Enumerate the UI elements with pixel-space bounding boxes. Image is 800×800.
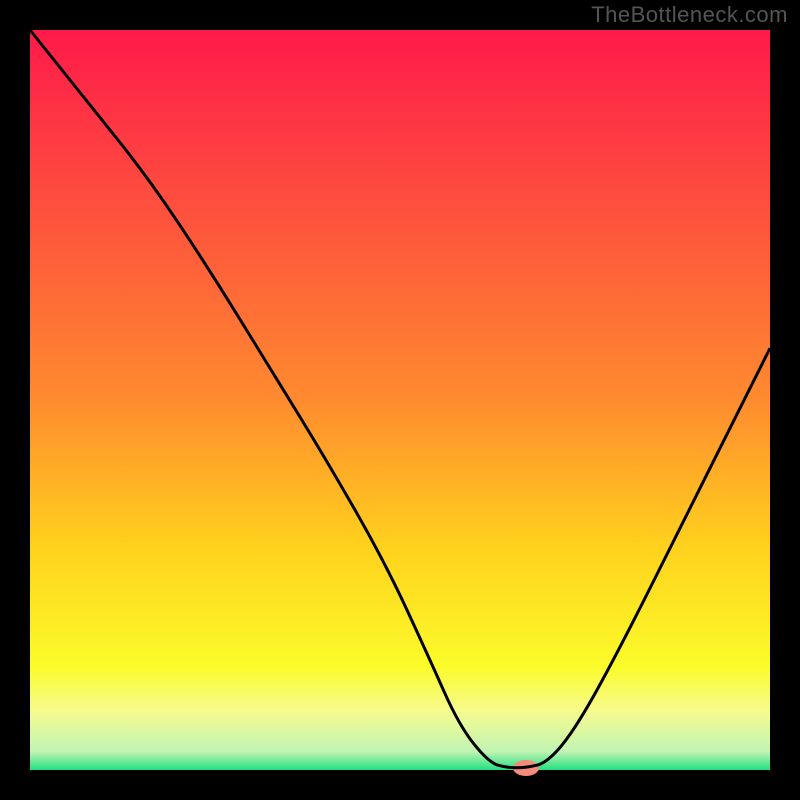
bottleneck-curve	[30, 30, 770, 770]
plot-area	[30, 30, 770, 770]
watermark-text: TheBottleneck.com	[591, 2, 788, 28]
app-frame: TheBottleneck.com	[0, 0, 800, 800]
bottleneck-curve-path	[30, 30, 770, 768]
